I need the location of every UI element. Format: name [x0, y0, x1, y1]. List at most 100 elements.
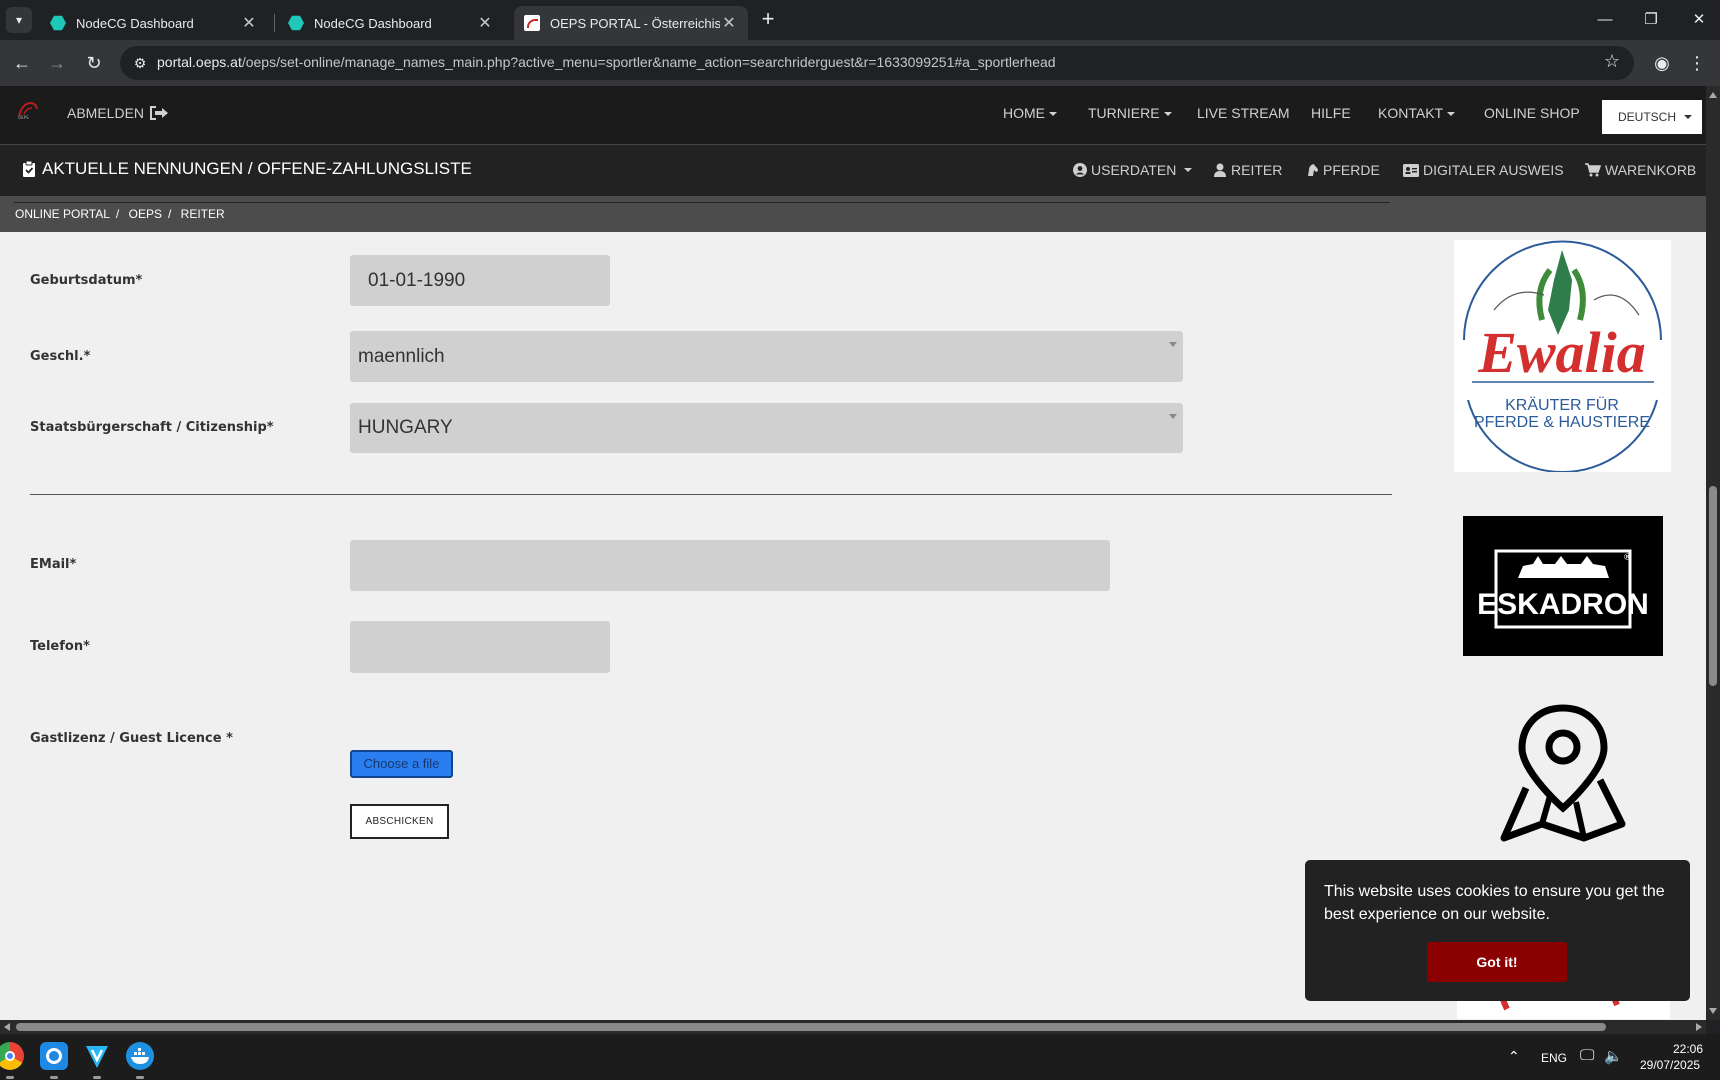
- restore-icon[interactable]: ❐: [1636, 8, 1666, 32]
- browser-tab-strip: ▾ NodeCG Dashboard ✕ NodeCG Dashboard ✕ …: [0, 0, 1720, 40]
- back-icon[interactable]: ←: [9, 50, 35, 76]
- language-select[interactable]: DEUTSCH: [1602, 100, 1702, 134]
- email-input[interactable]: [350, 540, 1110, 591]
- ewalia-ad[interactable]: Ewalia KRÄUTER FÜR PFERDE & HAUSTIERE: [1454, 240, 1671, 473]
- id-card-icon: [1403, 163, 1419, 177]
- breadcrumb-item[interactable]: ONLINE PORTAL: [15, 207, 110, 221]
- scrollbar-thumb[interactable]: [16, 1023, 1606, 1031]
- nav-turniere[interactable]: TURNIERE: [1088, 105, 1172, 121]
- svg-text:PFERDE & HAUSTIERE: PFERDE & HAUSTIERE: [1474, 414, 1650, 431]
- nav-kontakt[interactable]: KONTAKT: [1378, 105, 1456, 121]
- cookie-accept-button[interactable]: Got it!: [1427, 942, 1567, 982]
- browser-toolbar: ← → ↻ ⚙ portal.oeps.at/oeps/set-online/m…: [0, 40, 1720, 86]
- new-tab-icon[interactable]: +: [756, 8, 780, 32]
- nav-hilfe[interactable]: HILFE: [1311, 105, 1351, 121]
- citizenship-select[interactable]: HUNGARY: [350, 403, 1183, 453]
- breadcrumb-item[interactable]: REITER: [181, 207, 225, 221]
- url-text[interactable]: portal.oeps.at/oeps/set-online/manage_na…: [157, 54, 1056, 70]
- site-info-icon[interactable]: ⚙: [130, 53, 150, 73]
- close-tab-icon[interactable]: ✕: [240, 13, 258, 33]
- breadcrumb-item[interactable]: OEPS: [129, 207, 162, 221]
- vertical-scrollbar[interactable]: [1706, 86, 1720, 1020]
- user-circle-icon: [1073, 163, 1087, 177]
- web-page: OEPS ABMELDEN HOME TURNIERE LIVE STREAM …: [0, 86, 1720, 1020]
- birthdate-input[interactable]: 01-01-1990: [350, 255, 610, 306]
- page-title[interactable]: AKTUELLE NENNUNGEN / OFFENE-ZAHLUNGSLIST…: [22, 159, 472, 179]
- scroll-up-icon[interactable]: [1709, 92, 1717, 98]
- nav-online-shop[interactable]: ONLINE SHOP: [1484, 105, 1580, 121]
- ewalia-logo: Ewalia KRÄUTER FÜR PFERDE & HAUSTIERE: [1463, 240, 1662, 473]
- subnav-digitaler-ausweis[interactable]: DIGITALER AUSWEIS: [1403, 162, 1564, 178]
- menu-dots-icon[interactable]: ⋮: [1684, 50, 1710, 76]
- horizontal-scrollbar[interactable]: [0, 1020, 1706, 1034]
- close-window-icon[interactable]: ✕: [1684, 8, 1714, 32]
- network-icon[interactable]: 🖵: [1580, 1047, 1594, 1064]
- dropdown-arrow-icon: [1169, 414, 1177, 419]
- svg-text:Ewalia: Ewalia: [1477, 320, 1646, 385]
- birthdate-value: 01-01-1990: [368, 269, 466, 291]
- profile-icon[interactable]: ◉: [1649, 50, 1675, 76]
- oeps-icon: [524, 15, 540, 31]
- logout-link[interactable]: ABMELDEN: [67, 105, 170, 121]
- eskadron-logo: ESKADRON ®: [1477, 549, 1649, 629]
- scroll-left-icon[interactable]: [4, 1023, 10, 1031]
- address-bar[interactable]: ⚙ portal.oeps.at/oeps/set-online/manage_…: [120, 46, 1634, 80]
- sub-navbar: AKTUELLE NENNUNGEN / OFFENE-ZAHLUNGSLIST…: [0, 144, 1720, 196]
- clipboard-check-icon: [23, 160, 35, 177]
- gender-label: Geschl.*: [30, 349, 91, 364]
- browser-tab[interactable]: NodeCG Dashboard ✕: [278, 6, 504, 40]
- forward-icon[interactable]: →: [44, 50, 70, 76]
- minimize-icon[interactable]: —: [1590, 8, 1620, 32]
- guest-licence-label: Gastlizenz / Guest Licence *: [30, 731, 233, 746]
- clock-time[interactable]: 22:06: [1673, 1042, 1703, 1056]
- horse-head-icon: [1308, 164, 1318, 176]
- chevron-up-icon[interactable]: ⌃: [1508, 1048, 1520, 1065]
- nav-live-stream[interactable]: LIVE STREAM: [1197, 105, 1290, 121]
- docker-app-icon[interactable]: [126, 1042, 154, 1079]
- gender-select[interactable]: maennlich: [350, 331, 1183, 382]
- browser-tab-active[interactable]: OEPS PORTAL - Österreichische ✕: [514, 6, 748, 40]
- chrome-app-icon[interactable]: [0, 1042, 24, 1079]
- svg-text:OEPS: OEPS: [18, 115, 29, 120]
- birthdate-label: Geburtsdatum*: [30, 273, 143, 288]
- bookmark-star-icon[interactable]: ☆: [1604, 51, 1620, 72]
- email-label: EMail*: [30, 557, 77, 572]
- nodecg-icon: [288, 15, 304, 31]
- vpn-shield-app-icon[interactable]: [83, 1042, 111, 1079]
- logout-icon: [150, 106, 169, 120]
- scrollbar-thumb[interactable]: [1709, 486, 1717, 686]
- reload-icon[interactable]: ↻: [81, 50, 107, 76]
- subnav-userdaten[interactable]: USERDATEN: [1073, 162, 1193, 178]
- subnav-pferde[interactable]: PFERDE: [1305, 162, 1380, 178]
- map-location-icon[interactable]: [1490, 700, 1636, 846]
- page-title-text: AKTUELLE NENNUNGEN / OFFENE-ZAHLUNGSLIST…: [42, 159, 472, 178]
- choose-file-button[interactable]: Choose a file: [350, 750, 453, 778]
- submit-button[interactable]: ABSCHICKEN: [350, 804, 449, 839]
- section-divider: [30, 494, 1392, 495]
- top-navbar: OEPS ABMELDEN HOME TURNIERE LIVE STREAM …: [0, 86, 1720, 144]
- subnav-warenkorb[interactable]: WARENKORB: [1585, 162, 1696, 178]
- tab-search-button[interactable]: ▾: [6, 7, 32, 33]
- scroll-down-icon[interactable]: [1709, 1008, 1717, 1014]
- close-tab-icon[interactable]: ✕: [720, 13, 738, 33]
- browser-tab[interactable]: NodeCG Dashboard ✕: [40, 6, 268, 40]
- tab-title: OEPS PORTAL - Österreichische: [550, 15, 720, 31]
- oeps-logo-icon[interactable]: OEPS: [16, 100, 40, 120]
- tab-title: NodeCG Dashboard: [314, 15, 432, 31]
- input-language[interactable]: ENG: [1541, 1051, 1567, 1065]
- scroll-right-icon[interactable]: [1696, 1023, 1702, 1031]
- breadcrumb: ONLINE PORTAL / OEPS / REITER: [0, 196, 1720, 232]
- sync-app-icon[interactable]: [40, 1042, 68, 1079]
- user-icon: [1214, 163, 1226, 177]
- subnav-reiter[interactable]: REITER: [1213, 162, 1282, 178]
- citizenship-value: HUNGARY: [358, 417, 453, 438]
- shopping-cart-icon: [1585, 163, 1601, 177]
- phone-label: Telefon*: [30, 639, 90, 654]
- volume-muted-icon[interactable]: 🔈: [1604, 1047, 1623, 1065]
- clock-date[interactable]: 29/07/2025: [1640, 1058, 1700, 1072]
- nav-home[interactable]: HOME: [1003, 105, 1057, 121]
- close-tab-icon[interactable]: ✕: [476, 13, 494, 33]
- phone-input[interactable]: [350, 621, 610, 673]
- chevron-down-icon: [1684, 115, 1692, 119]
- eskadron-ad[interactable]: ESKADRON ®: [1463, 516, 1663, 656]
